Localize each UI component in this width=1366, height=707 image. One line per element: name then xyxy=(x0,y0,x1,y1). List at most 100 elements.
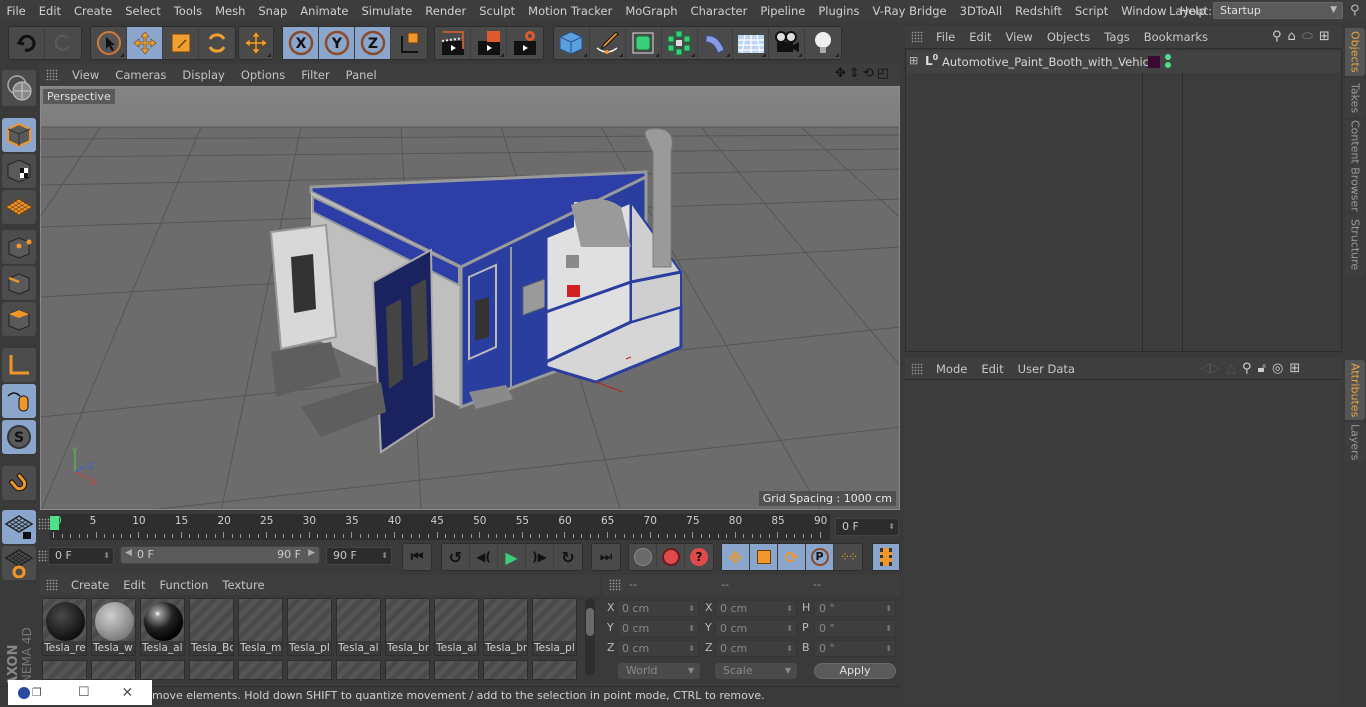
points-mode-button[interactable] xyxy=(2,230,36,264)
material-swatch[interactable]: Tesla_w xyxy=(91,598,136,656)
key-parameter-button[interactable]: P xyxy=(806,544,834,570)
timeline-ruler[interactable]: 0 5 10 15 20 25 30 35 40 45 50 55 60 65 70 75 80 85 90 xyxy=(50,514,830,540)
coordinate-space-dropdown[interactable]: World ▼ xyxy=(618,663,700,679)
workplane-lock-button[interactable] xyxy=(2,510,36,544)
viewport-menu-display[interactable]: Display xyxy=(174,68,232,82)
workplane-mode-button[interactable] xyxy=(2,190,36,224)
apply-button[interactable]: Apply xyxy=(814,663,896,679)
floor-button[interactable] xyxy=(733,27,770,59)
make-editable-button[interactable] xyxy=(2,70,36,106)
material-swatch[interactable]: Tesla_br xyxy=(483,598,528,656)
material-swatch[interactable] xyxy=(483,660,528,680)
coord-field-b-3[interactable]: 0 ° ⬍ xyxy=(814,640,896,657)
close-icon[interactable]: ✕ xyxy=(122,685,134,701)
menu-file[interactable]: File xyxy=(0,4,32,18)
object-row[interactable]: ⊞ L0 Automotive_Paint_Booth_with_Vehicle xyxy=(906,51,1341,73)
coord-field-h-3[interactable]: 0 ° ⬍ xyxy=(814,600,896,617)
cloner-button[interactable] xyxy=(662,27,698,59)
move-button[interactable] xyxy=(127,27,163,59)
autokey-button[interactable] xyxy=(629,544,657,570)
material-swatch[interactable]: Tesla_Bc xyxy=(189,598,234,656)
cube-button[interactable] xyxy=(554,27,590,59)
model-mode-button[interactable] xyxy=(2,118,36,152)
object-menu-file[interactable]: File xyxy=(929,30,962,44)
key-scale-button[interactable] xyxy=(750,544,778,570)
render-picture-viewer-button[interactable] xyxy=(471,27,507,59)
deformer-button[interactable] xyxy=(698,27,734,59)
material-swatch[interactable]: Tesla_pl xyxy=(532,598,577,656)
material-swatch[interactable]: Tesla_br xyxy=(385,598,430,656)
menu-motion-tracker[interactable]: Motion Tracker xyxy=(522,4,619,18)
go-to-start-button[interactable]: ⏮ xyxy=(403,544,431,570)
tab-attributes[interactable]: Attributes xyxy=(1345,360,1365,420)
menu-character[interactable]: Character xyxy=(684,4,754,18)
grip-handle[interactable] xyxy=(46,579,58,591)
menu-pipeline[interactable]: Pipeline xyxy=(754,4,812,18)
grip-handle[interactable] xyxy=(911,362,923,375)
light-button[interactable] xyxy=(805,27,841,59)
object-menu-view[interactable]: View xyxy=(999,30,1040,44)
attribute-menu-mode[interactable]: Mode xyxy=(929,362,974,376)
solo-mode-button[interactable]: S xyxy=(2,420,36,454)
tweak-mode-button[interactable] xyxy=(2,384,36,418)
material-swatch[interactable]: Tesla_al xyxy=(434,598,479,656)
viewport-menu-cameras[interactable]: Cameras xyxy=(107,68,174,82)
object-menu-objects[interactable]: Objects xyxy=(1040,30,1097,44)
y-axis-button[interactable]: Y xyxy=(319,27,355,59)
coordinate-system-button[interactable] xyxy=(391,27,427,59)
viewport-menu-options[interactable]: Options xyxy=(233,68,293,82)
material-swatch[interactable] xyxy=(91,660,136,680)
menu-v-ray-bridge[interactable]: V-Ray Bridge xyxy=(866,4,953,18)
rotate-button[interactable] xyxy=(199,27,235,59)
edges-mode-button[interactable] xyxy=(2,266,36,300)
z-axis-button[interactable]: Z xyxy=(355,27,391,59)
play-button[interactable]: ▶ xyxy=(498,544,526,570)
planar-workplane-button[interactable] xyxy=(2,546,36,580)
home-icon[interactable]: ⌂ xyxy=(1288,29,1296,44)
key-rotation-button[interactable]: ⟳ xyxy=(778,544,806,570)
material-swatch[interactable] xyxy=(238,660,283,680)
coord-field-y-1[interactable]: 0 cm ⬍ xyxy=(617,620,699,637)
axis-mode-button[interactable] xyxy=(2,348,36,382)
material-menu-function[interactable]: Function xyxy=(153,578,216,592)
menu-window[interactable]: Window xyxy=(1115,4,1173,18)
max-frame-field[interactable]: 90 F ⬍ xyxy=(326,547,392,565)
viewport-menu-filter[interactable]: Filter xyxy=(293,68,337,82)
snap-button[interactable] xyxy=(2,466,36,500)
render-view-button[interactable] xyxy=(435,27,471,59)
object-menu-bookmarks[interactable]: Bookmarks xyxy=(1137,30,1215,44)
undo-button[interactable] xyxy=(9,27,45,59)
tab-content-browser[interactable]: Content Browser xyxy=(1345,120,1365,212)
material-swatch[interactable] xyxy=(42,660,87,680)
frame-range-slider[interactable]: ◀ 0 F 90 F ▶ xyxy=(120,546,320,564)
viewport-menu-panel[interactable]: Panel xyxy=(338,68,385,82)
render-settings-button[interactable] xyxy=(507,27,543,59)
grip-handle[interactable] xyxy=(609,579,621,591)
go-to-end-button[interactable]: ⏭ xyxy=(592,544,620,570)
menu-plugins[interactable]: Plugins xyxy=(812,4,866,18)
object-menu-tags[interactable]: Tags xyxy=(1097,30,1136,44)
search-icon[interactable]: ⚲ xyxy=(1242,361,1252,376)
material-menu-edit[interactable]: Edit xyxy=(116,578,152,592)
menu-mesh[interactable]: Mesh xyxy=(209,4,252,18)
live-selection-button[interactable] xyxy=(91,27,127,59)
menu-select[interactable]: Select xyxy=(119,4,167,18)
x-axis-button[interactable]: X xyxy=(283,27,319,59)
menu-tools[interactable]: Tools xyxy=(167,4,208,18)
subdivision-surface-button[interactable] xyxy=(626,27,662,59)
coordinate-mode-dropdown[interactable]: Scale ▼ xyxy=(715,663,797,679)
render-visibility-dot[interactable] xyxy=(1165,62,1171,68)
coord-field-p-3[interactable]: 0 ° ⬍ xyxy=(814,620,896,637)
tab-structure[interactable]: Structure xyxy=(1345,214,1365,276)
eye-icon[interactable]: ⬭ xyxy=(1302,29,1313,44)
material-scrollbar[interactable] xyxy=(585,598,595,676)
previous-key-button[interactable]: ↺ xyxy=(442,544,470,570)
material-menu-texture[interactable]: Texture xyxy=(215,578,271,592)
material-swatch[interactable]: Tesla_pl xyxy=(287,598,332,656)
current-frame-field[interactable]: 0 F ⬍ xyxy=(835,518,899,536)
material-swatch[interactable] xyxy=(532,660,577,680)
coord-field-z-2[interactable]: 0 cm ⬍ xyxy=(715,640,797,657)
new-window-icon[interactable]: ⊞ xyxy=(1319,29,1330,44)
new-window-icon[interactable]: ⊞ xyxy=(1289,361,1300,376)
search-icon[interactable]: ⚲ xyxy=(1272,29,1282,44)
